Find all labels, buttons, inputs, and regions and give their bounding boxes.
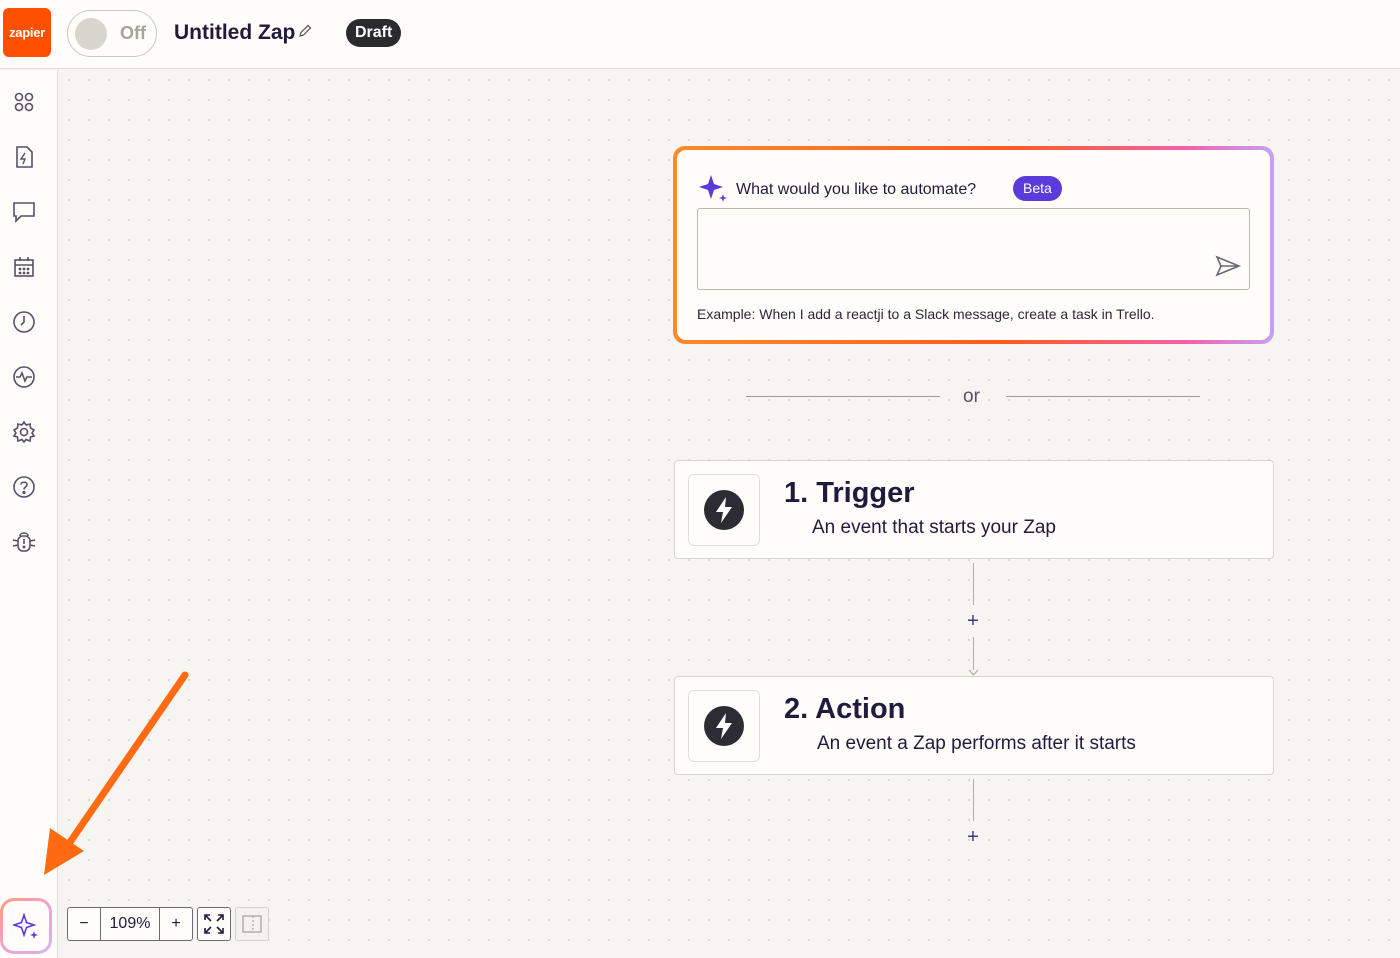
calendar-icon[interactable]: [11, 254, 37, 280]
ai-prompt-question: What would you like to automate?: [736, 181, 977, 198]
action-icon-box: [688, 690, 760, 762]
zap-title[interactable]: Untitled Zap: [174, 21, 295, 45]
trigger-step-card[interactable]: 1. Trigger An event that starts your Zap: [674, 460, 1274, 559]
sparkle-icon: [699, 174, 729, 209]
trigger-step-title: 1. Trigger: [784, 477, 915, 509]
status-badge: Draft: [346, 19, 402, 47]
zap-on-off-toggle[interactable]: Off: [67, 10, 157, 57]
zoom-out-button[interactable]: −: [67, 907, 101, 941]
activity-icon[interactable]: [11, 364, 37, 390]
zoom-in-button[interactable]: +: [159, 907, 193, 941]
trigger-icon-box: [688, 474, 760, 546]
zap-file-icon[interactable]: [11, 144, 37, 170]
action-step-title: 2. Action: [784, 693, 906, 725]
connector-line: [973, 563, 974, 605]
clock-icon[interactable]: [11, 309, 37, 335]
edit-pencil-icon[interactable]: [298, 24, 312, 43]
divider-line-right: [1006, 396, 1200, 397]
sparkle-icon: [13, 913, 38, 939]
top-bar: zapier Off Untitled Zap Draft: [0, 0, 1400, 69]
toggle-panel-button[interactable]: [235, 907, 269, 941]
expand-icon: [204, 914, 224, 934]
lightning-bolt-icon: [704, 490, 744, 530]
action-step-card[interactable]: 2. Action An event a Zap performs after …: [674, 676, 1274, 775]
send-icon[interactable]: [1215, 255, 1242, 282]
comment-icon[interactable]: [11, 199, 37, 225]
zoom-controls: − 109% +: [67, 907, 193, 941]
orange-annotation-arrow: [44, 671, 189, 875]
side-panel-icon: [242, 915, 262, 933]
trigger-step-description: An event that starts your Zap: [812, 517, 1056, 538]
or-divider-text: or: [963, 386, 980, 407]
ai-prompt-card: What would you like to automate? Beta Ex…: [673, 146, 1274, 344]
settings-icon[interactable]: [11, 419, 37, 445]
toggle-knob: [75, 18, 107, 50]
ai-copilot-button[interactable]: [0, 898, 52, 954]
help-icon[interactable]: [11, 474, 37, 500]
divider-line-left: [746, 396, 940, 397]
zapier-logo[interactable]: zapier: [3, 8, 51, 57]
action-step-description: An event a Zap performs after it starts: [817, 733, 1136, 754]
ai-prompt-example: Example: When I add a reactji to a Slack…: [697, 306, 1155, 322]
lightning-bolt-icon: [704, 706, 744, 746]
add-step-button[interactable]: +: [965, 827, 981, 847]
ai-prompt-input[interactable]: [697, 208, 1250, 290]
zoom-level: 109%: [101, 907, 159, 941]
beta-badge: Beta: [1013, 176, 1062, 201]
bug-icon[interactable]: [11, 529, 37, 555]
connector-line: [973, 779, 974, 821]
toggle-label: Off: [120, 23, 146, 43]
fit-to-screen-button[interactable]: [197, 907, 231, 941]
add-step-button[interactable]: +: [965, 611, 981, 631]
apps-icon[interactable]: [11, 89, 37, 115]
